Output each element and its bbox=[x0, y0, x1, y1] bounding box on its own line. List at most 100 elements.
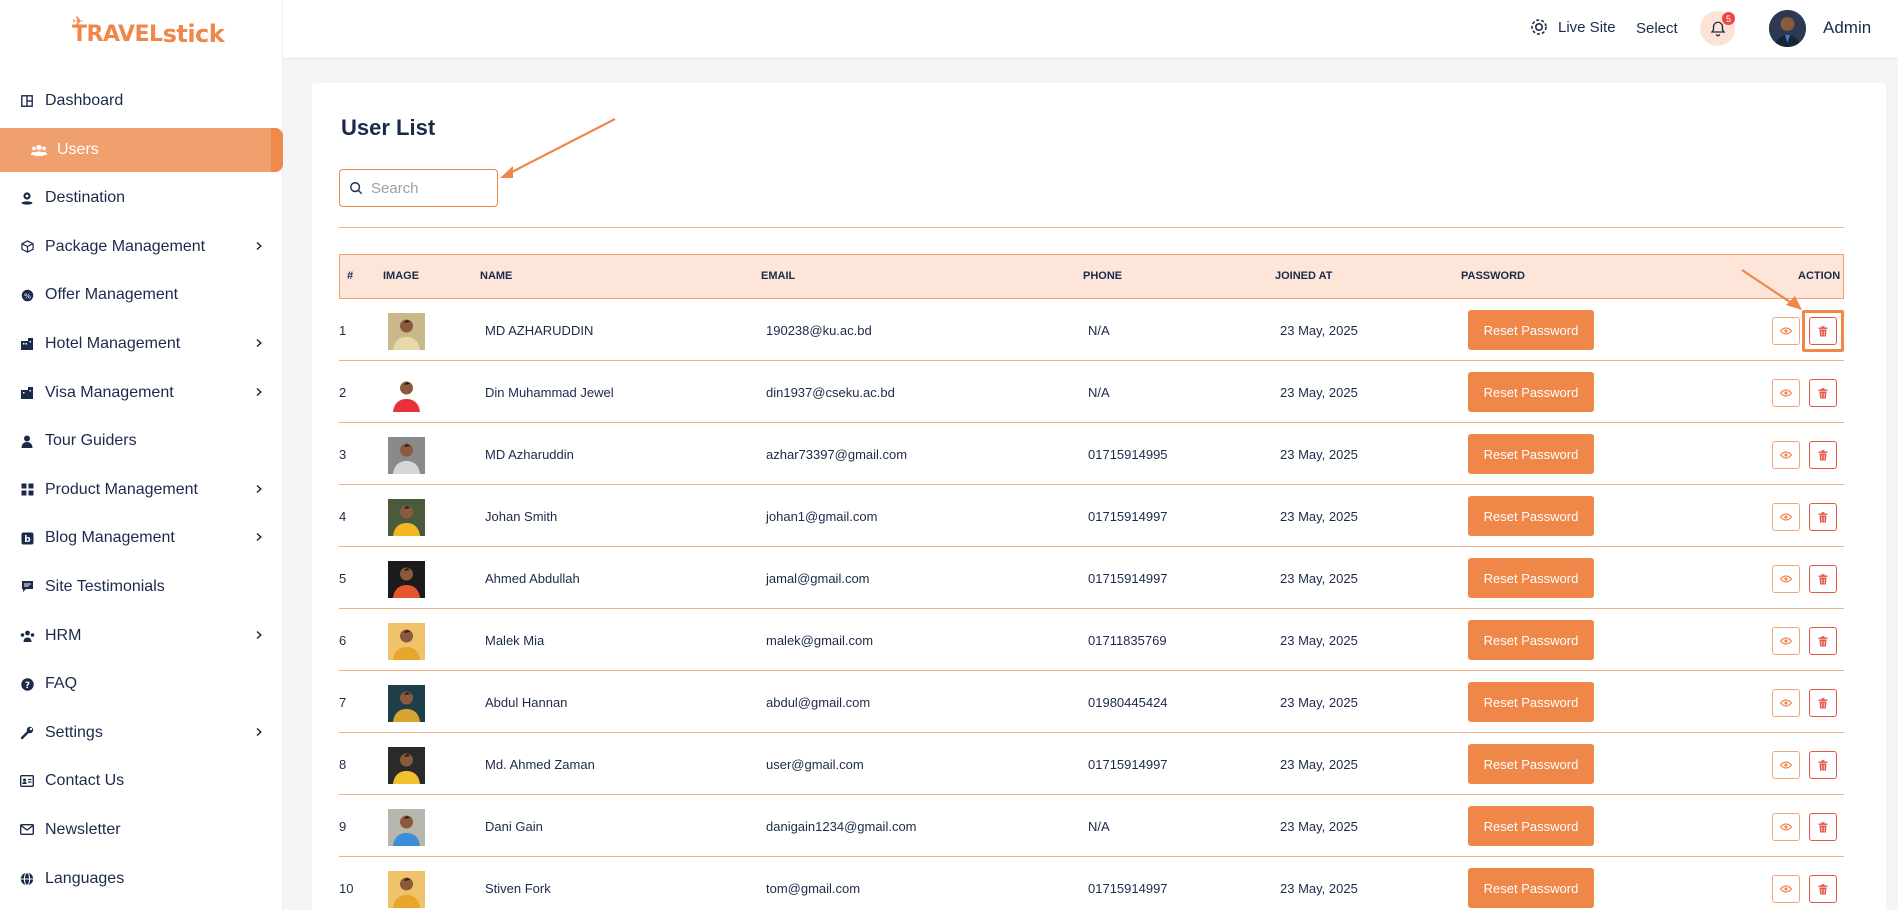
user-phone: 01980445424 bbox=[1088, 695, 1168, 710]
col-joined: JOINED AT bbox=[1275, 270, 1333, 282]
sidebar-item-faq[interactable]: ? FAQ bbox=[0, 662, 283, 706]
chevron-right-icon bbox=[252, 336, 266, 350]
trash-icon bbox=[1818, 697, 1828, 708]
view-button[interactable] bbox=[1772, 751, 1800, 779]
blog-icon: b bbox=[18, 529, 36, 547]
view-button[interactable] bbox=[1772, 379, 1800, 407]
sidebar-item-label: Languages bbox=[45, 869, 125, 887]
delete-button[interactable] bbox=[1809, 565, 1837, 593]
view-button[interactable] bbox=[1772, 317, 1800, 345]
sidebar-item-product-management[interactable]: Product Management bbox=[0, 468, 283, 512]
reset-password-button[interactable]: Reset Password bbox=[1468, 682, 1594, 722]
reset-password-button[interactable]: Reset Password bbox=[1468, 434, 1594, 474]
view-button[interactable] bbox=[1772, 813, 1800, 841]
sidebar-item-settings[interactable]: Settings bbox=[0, 711, 283, 755]
view-button[interactable] bbox=[1772, 627, 1800, 655]
settings-icon bbox=[18, 724, 36, 742]
search-box[interactable] bbox=[339, 169, 498, 207]
view-button[interactable] bbox=[1772, 441, 1800, 469]
trash-icon bbox=[1818, 635, 1828, 646]
hrm-icon bbox=[18, 627, 36, 645]
logo-text-2: stick bbox=[162, 20, 225, 48]
view-button[interactable] bbox=[1772, 565, 1800, 593]
plane-icon: ✈ bbox=[72, 14, 84, 30]
sidebar-item-hrm[interactable]: HRM bbox=[0, 614, 283, 658]
newsletter-icon bbox=[18, 821, 36, 839]
reset-password-button[interactable]: Reset Password bbox=[1468, 372, 1594, 412]
sidebar-item-destination[interactable]: Destination bbox=[0, 176, 283, 220]
row-number: 5 bbox=[339, 571, 347, 586]
sidebar-item-label: Destination bbox=[45, 189, 126, 207]
sidebar-item-offer-management[interactable]: % Offer Management bbox=[0, 273, 283, 317]
sidebar-item-label: Package Management bbox=[45, 237, 206, 255]
chevron-right-icon bbox=[252, 628, 266, 642]
avatar[interactable] bbox=[1769, 10, 1806, 47]
delete-button[interactable] bbox=[1809, 627, 1837, 655]
user-joined: 23 May, 2025 bbox=[1280, 819, 1358, 834]
user-avatar bbox=[388, 313, 425, 350]
table-row: 1 MD AZHARUDDIN 190238@ku.ac.bd N/A 23 May, … bbox=[339, 299, 1844, 361]
user-joined: 23 May, 2025 bbox=[1280, 633, 1358, 648]
notification-badge: 5 bbox=[1722, 12, 1735, 25]
language-select[interactable]: Select bbox=[1636, 20, 1678, 37]
user-name: Stiven Fork bbox=[485, 881, 551, 896]
delete-button[interactable] bbox=[1809, 875, 1837, 903]
reset-password-button[interactable]: Reset Password bbox=[1468, 868, 1594, 908]
row-number: 4 bbox=[339, 509, 347, 524]
row-number: 10 bbox=[339, 881, 354, 896]
sidebar-item-languages[interactable]: Languages bbox=[0, 857, 283, 901]
user-phone: N/A bbox=[1088, 323, 1110, 338]
col-phone: PHONE bbox=[1083, 270, 1123, 282]
user-email: abdul@gmail.com bbox=[766, 695, 871, 710]
eye-icon bbox=[1780, 451, 1792, 459]
user-avatar bbox=[388, 809, 425, 846]
sidebar-item-hotel-management[interactable]: Hotel Management bbox=[0, 322, 283, 366]
live-site-label: Live Site bbox=[1558, 18, 1616, 36]
user-joined: 23 May, 2025 bbox=[1280, 757, 1358, 772]
delete-button[interactable] bbox=[1809, 441, 1837, 469]
sidebar-item-users[interactable]: Users bbox=[0, 127, 283, 172]
sidebar-item-label: Site Testimonials bbox=[45, 577, 165, 595]
live-site-link[interactable]: Live Site bbox=[1529, 17, 1616, 37]
sidebar-item-contact-us[interactable]: Contact Us bbox=[0, 759, 283, 803]
notification-button[interactable]: 5 bbox=[1700, 11, 1735, 46]
user-avatar bbox=[388, 437, 425, 474]
sidebar-item-package-management[interactable]: Package Management bbox=[0, 225, 283, 269]
delete-button[interactable] bbox=[1809, 317, 1837, 345]
package-icon bbox=[18, 238, 36, 256]
user-avatar bbox=[388, 499, 425, 536]
sidebar-item-site-testimonials[interactable]: Site Testimonials bbox=[0, 565, 283, 609]
sidebar-item-blog-management[interactable]: b Blog Management bbox=[0, 516, 283, 560]
sidebar-item-newsletter[interactable]: Newsletter bbox=[0, 808, 283, 852]
delete-button[interactable] bbox=[1809, 379, 1837, 407]
user-name: Johan Smith bbox=[485, 509, 558, 524]
chevron-right-icon bbox=[252, 239, 266, 253]
reset-password-button[interactable]: Reset Password bbox=[1468, 496, 1594, 536]
user-email: malek@gmail.com bbox=[766, 633, 874, 648]
search-input[interactable] bbox=[371, 179, 491, 197]
reset-password-button[interactable]: Reset Password bbox=[1468, 806, 1594, 846]
reset-password-button[interactable]: Reset Password bbox=[1468, 310, 1594, 350]
delete-button[interactable] bbox=[1809, 751, 1837, 779]
user-name: Dani Gain bbox=[485, 819, 543, 834]
user-name: MD Azharuddin bbox=[485, 447, 574, 462]
trash-icon bbox=[1818, 325, 1828, 336]
delete-button[interactable] bbox=[1809, 813, 1837, 841]
delete-button[interactable] bbox=[1809, 503, 1837, 531]
user-name[interactable]: Admin bbox=[1823, 18, 1871, 38]
view-button[interactable] bbox=[1772, 503, 1800, 531]
view-button[interactable] bbox=[1772, 875, 1800, 903]
delete-button[interactable] bbox=[1809, 689, 1837, 717]
reset-password-button[interactable]: Reset Password bbox=[1468, 744, 1594, 784]
reset-password-button[interactable]: Reset Password bbox=[1468, 558, 1594, 598]
sidebar-item-tour-guiders[interactable]: Tour Guiders bbox=[0, 419, 283, 463]
sidebar-item-label: Product Management bbox=[45, 480, 198, 498]
brand-logo[interactable]: ✈ TRAVEL stick bbox=[72, 14, 225, 52]
sidebar-item-dashboard[interactable]: Dashboard bbox=[0, 79, 283, 123]
sidebar-item-label: Contact Us bbox=[45, 772, 125, 790]
view-button[interactable] bbox=[1772, 689, 1800, 717]
sidebar-item-visa-management[interactable]: Visa Management bbox=[0, 371, 283, 415]
gear-icon bbox=[1531, 19, 1547, 35]
user-joined: 23 May, 2025 bbox=[1280, 447, 1358, 462]
reset-password-button[interactable]: Reset Password bbox=[1468, 620, 1594, 660]
